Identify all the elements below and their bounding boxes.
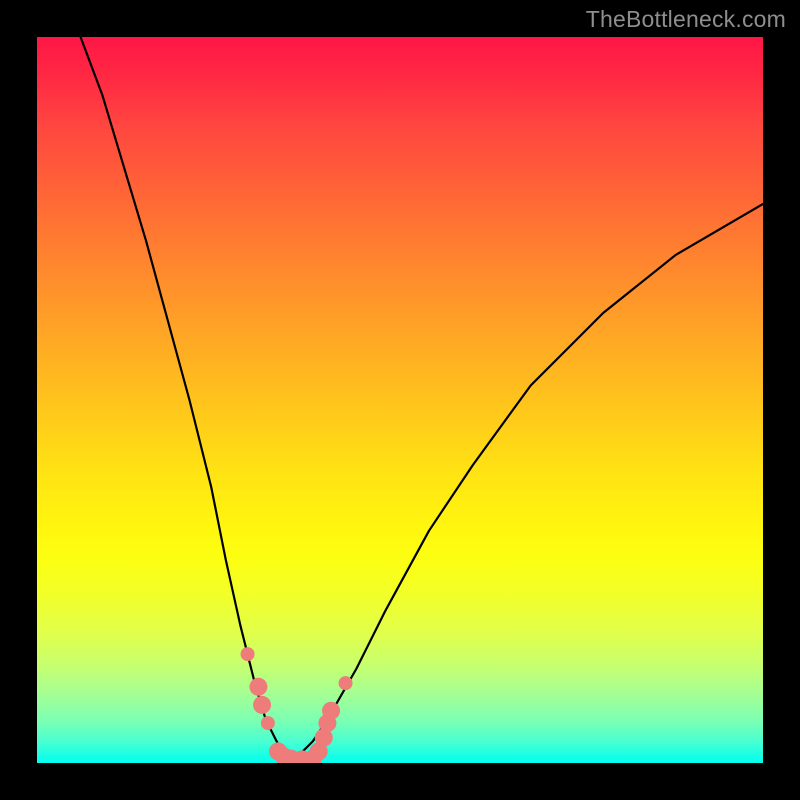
watermark-text: TheBottleneck.com: [586, 6, 786, 33]
highlight-marker: [241, 647, 255, 661]
plot-area: [37, 37, 763, 763]
bottleneck-right-branch: [291, 204, 763, 759]
chart-svg: [37, 37, 763, 763]
chart-frame: TheBottleneck.com: [0, 0, 800, 800]
highlight-marker: [339, 676, 353, 690]
highlight-marker: [253, 696, 271, 714]
marker-layer: [241, 647, 353, 763]
curve-layer: [81, 37, 763, 759]
highlight-marker: [261, 716, 275, 730]
highlight-marker: [249, 678, 267, 696]
bottleneck-left-branch: [81, 37, 292, 759]
highlight-marker: [322, 702, 340, 720]
